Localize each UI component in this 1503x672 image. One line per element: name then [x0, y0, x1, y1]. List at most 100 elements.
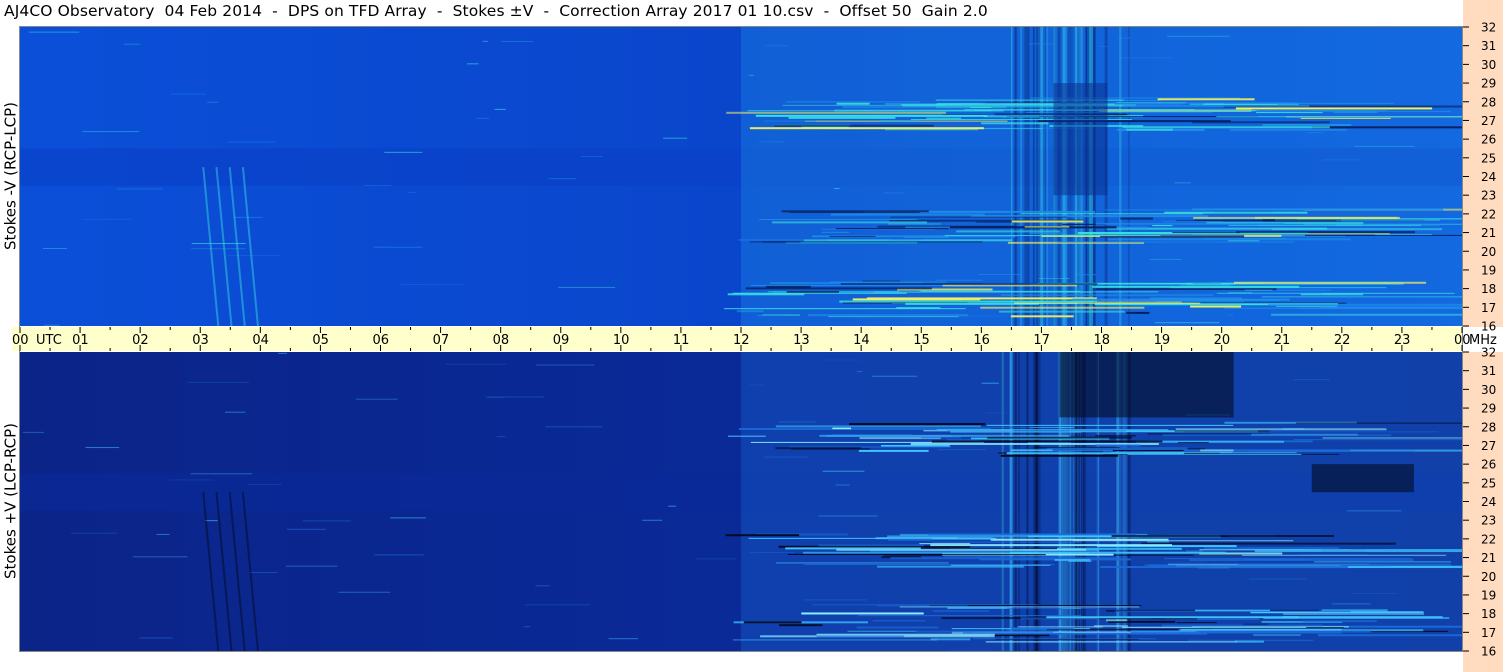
heatmap-line: [1017, 626, 1103, 628]
heatmap-line: [816, 635, 904, 638]
heatmap-line: [1293, 439, 1462, 441]
heatmap-dash: [663, 137, 688, 139]
freq-tick-label: 20: [1481, 245, 1496, 259]
heatmap-line: [1254, 110, 1374, 112]
time-tick-label: 01: [72, 333, 89, 348]
heatmap-streak: [1015, 27, 1018, 326]
heatmap-line: [1200, 449, 1234, 452]
heatmap-line: [778, 421, 817, 423]
heatmap-line: [930, 638, 971, 641]
heatmap-line: [1126, 311, 1150, 314]
heatmap-streak: [1040, 27, 1044, 326]
heatmap-line: [1151, 109, 1240, 111]
freq-tick-label: 29: [1481, 77, 1496, 91]
heatmap-streak: [1119, 27, 1122, 326]
heatmap-line: [1282, 616, 1443, 619]
heatmap-line: [1029, 232, 1066, 234]
heatmap-line: [930, 544, 1172, 547]
heatmap-dash: [833, 187, 840, 189]
heatmap-line: [1057, 241, 1295, 243]
heatmap-dash: [116, 188, 163, 190]
heatmap-line: [900, 104, 959, 106]
heatmap-dash: [227, 255, 280, 257]
heatmap-dash: [207, 101, 219, 103]
heatmap-line: [757, 315, 785, 317]
heatmap-dash: [749, 552, 795, 554]
heatmap-line: [947, 607, 1011, 610]
heatmap-dash: [1061, 607, 1081, 609]
heatmap-dash: [949, 547, 973, 549]
heatmap-dash: [81, 218, 132, 220]
heatmap-dash: [1163, 561, 1206, 563]
heatmap-line: [1256, 112, 1323, 114]
heatmap-dash: [1293, 379, 1331, 381]
heatmap-line: [1262, 124, 1352, 127]
time-unit-label: UTC: [36, 333, 62, 348]
heatmap-dash: [482, 40, 489, 42]
time-axis: 00 01 02 03 04 05 06 07 08 09 10 11 12 13 14 15 16 17 18 19…: [12, 327, 1497, 351]
heatmap-line: [931, 440, 1163, 443]
heatmap-dash: [286, 528, 326, 530]
heatmap-dash: [920, 130, 966, 132]
panel-stokes-plus-v: [20, 352, 1462, 652]
heatmap-dash: [948, 650, 995, 652]
freq-tick-label: 28: [1481, 95, 1496, 109]
heatmap-dash: [400, 283, 464, 285]
heatmap-line: [935, 279, 983, 281]
heatmap-line: [884, 129, 978, 131]
heatmap-dash: [28, 31, 80, 33]
heatmap-line: [889, 239, 922, 241]
heatmap-line: [828, 316, 959, 318]
heatmap-line: [856, 626, 939, 629]
freq-tick-label: 16: [1481, 645, 1496, 659]
freq-tick-label: 26: [1481, 133, 1496, 147]
freq-tick-label: 22: [1481, 532, 1496, 546]
heatmap-line: [877, 565, 1024, 568]
heatmap-line: [1184, 431, 1439, 433]
heatmap-streak: [1039, 352, 1042, 651]
heatmap-line: [1164, 558, 1412, 560]
heatmap-line: [872, 620, 926, 622]
heatmap-line: [936, 429, 1169, 431]
heatmap-line: [1192, 283, 1221, 285]
time-tick-label: 11: [673, 333, 690, 348]
freq-tick-label: 16: [1481, 320, 1496, 334]
heatmap-line: [785, 101, 921, 103]
time-tick-label: 08: [493, 333, 510, 348]
heatmap-line: [728, 435, 766, 437]
heatmap-line: [1111, 535, 1334, 538]
heatmap-dash: [1117, 37, 1131, 39]
heatmap-dash: [1118, 57, 1172, 59]
time-tick-label: 22: [1334, 333, 1351, 348]
heatmap-line: [1235, 107, 1433, 110]
freq-tick-label: 24: [1481, 495, 1496, 509]
heatmap-line: [743, 621, 802, 624]
heatmap-dash: [953, 315, 1007, 317]
heatmap-dash: [22, 431, 45, 433]
heatmap-line: [802, 551, 1039, 554]
heatmap-line: [1001, 294, 1214, 297]
heatmap-dash: [1228, 292, 1252, 294]
heatmap-line: [1301, 553, 1368, 555]
heatmap-line: [858, 449, 929, 452]
heatmap-dash: [139, 637, 173, 639]
heatmap-line: [1172, 232, 1240, 234]
heatmap-line: [990, 538, 1169, 541]
heatmap-dash: [124, 43, 140, 45]
heatmap-dash: [1180, 284, 1231, 286]
heatmap-dash: [466, 63, 479, 65]
heatmap-line: [819, 434, 1070, 437]
heatmap-dash: [985, 412, 1007, 414]
heatmap-dash: [1155, 322, 1220, 324]
heatmap-line: [928, 533, 1136, 536]
heatmap-line: [1234, 640, 1264, 643]
heatmap-line: [818, 544, 924, 547]
heatmap-line: [887, 223, 941, 225]
heatmap-line: [987, 436, 1132, 439]
heatmap-line: [1190, 305, 1242, 308]
heatmap-dash: [302, 520, 351, 522]
heatmap-dark-zone: [1311, 464, 1414, 493]
heatmap-dark-zone: [1053, 83, 1108, 196]
heatmap-dash: [1028, 43, 1056, 45]
heatmap-line: [1152, 225, 1173, 227]
